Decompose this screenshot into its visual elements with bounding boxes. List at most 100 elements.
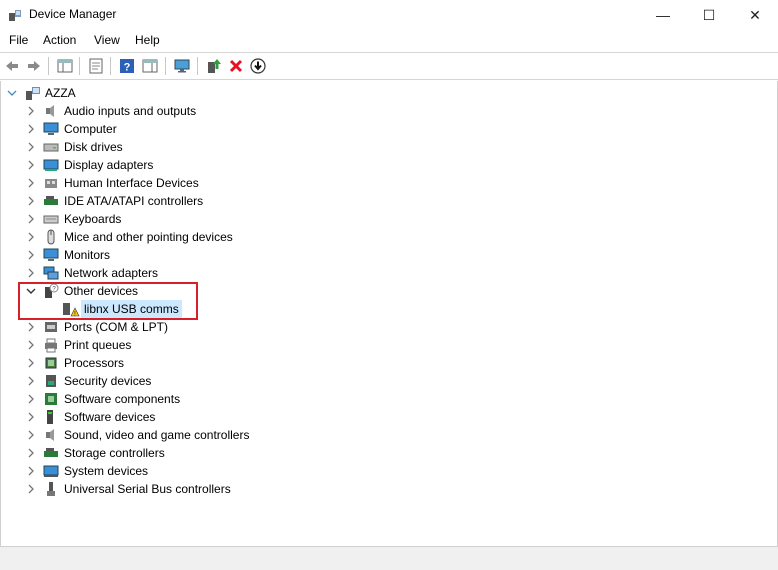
sound-icon <box>46 429 54 441</box>
ide-controller-icon <box>44 196 58 205</box>
tree-category-row[interactable]: Monitors <box>1 246 777 264</box>
disk-drive-icon <box>43 143 59 152</box>
tree-category-row[interactable]: Display adapters <box>1 156 777 174</box>
toolbar-separator <box>110 57 111 75</box>
tree-category-label: Mice and other pointing devices <box>64 230 233 244</box>
security-device-icon <box>46 375 56 387</box>
monitor-icon <box>43 248 59 261</box>
tree-category-label: IDE ATA/ATAPI controllers <box>64 194 204 208</box>
monitor-icon[interactable] <box>173 57 191 75</box>
collapsed-chevron-icon[interactable] <box>25 462 37 480</box>
speaker-icon <box>46 105 54 117</box>
help-icon[interactable]: ? <box>118 57 136 75</box>
tree-category-row[interactable]: Network adapters <box>1 264 777 282</box>
tree-category-row[interactable]: Human Interface Devices <box>1 174 777 192</box>
tree-category-label: Software components <box>64 392 181 406</box>
tree-category-label: Security devices <box>64 374 152 388</box>
tree-category-row[interactable]: Keyboards <box>1 210 777 228</box>
collapsed-chevron-icon[interactable] <box>25 354 37 372</box>
menu-view[interactable]: View <box>94 33 120 47</box>
collapsed-chevron-icon[interactable] <box>25 480 37 498</box>
collapsed-chevron-icon[interactable] <box>25 336 37 354</box>
tree-category-row[interactable]: Processors <box>1 354 777 372</box>
svg-text:?: ? <box>124 62 131 74</box>
tree-category-row[interactable]: IDE ATA/ATAPI controllers <box>1 192 777 210</box>
close-button[interactable]: ✕ <box>732 0 778 30</box>
tree-root[interactable]: AZZA <box>1 84 777 102</box>
menu-file[interactable]: File <box>9 33 28 47</box>
collapsed-chevron-icon[interactable] <box>25 228 37 246</box>
collapsed-chevron-icon[interactable] <box>25 120 37 138</box>
collapsed-chevron-icon[interactable] <box>25 138 37 156</box>
collapsed-chevron-icon[interactable] <box>25 102 37 120</box>
collapsed-chevron-icon[interactable] <box>25 390 37 408</box>
properties-icon[interactable] <box>87 57 105 75</box>
tree-category-row[interactable]: Print queues <box>1 336 777 354</box>
tree-category-row[interactable]: Audio inputs and outputs <box>1 102 777 120</box>
tree-category-row[interactable]: Mice and other pointing devices <box>1 228 777 246</box>
tree-category-label: Keyboards <box>64 212 122 226</box>
toolbar-separator <box>48 57 49 75</box>
collapsed-chevron-icon[interactable] <box>25 426 37 444</box>
tree-category-label: Network adapters <box>64 266 159 280</box>
tree-category-row[interactable]: Ports (COM & LPT) <box>1 318 777 336</box>
annotation-highlight-box <box>18 282 198 320</box>
collapsed-chevron-icon[interactable] <box>25 372 37 390</box>
hid-icon <box>45 179 57 188</box>
tree-category-row[interactable]: Software components <box>1 390 777 408</box>
tree-category-row[interactable]: Sound, video and game controllers <box>1 426 777 444</box>
scan-download-icon[interactable] <box>249 57 267 75</box>
tree-category-label: Processors <box>64 356 125 370</box>
software-component-icon <box>45 393 57 405</box>
minimize-button[interactable]: — <box>640 0 686 30</box>
tree-category-label: Storage controllers <box>64 446 165 460</box>
tree-category-row[interactable]: Disk drives <box>1 138 777 156</box>
menu-help[interactable]: Help <box>135 33 160 47</box>
collapsed-chevron-icon[interactable] <box>25 246 37 264</box>
tree-category-row[interactable]: Security devices <box>1 372 777 390</box>
collapsed-chevron-icon[interactable] <box>25 408 37 426</box>
maximize-button[interactable]: ☐ <box>686 0 732 30</box>
tree-category-label: Software devices <box>64 410 156 424</box>
back-icon[interactable] <box>3 57 21 75</box>
show-hide-console-tree-icon[interactable] <box>56 57 74 75</box>
processor-icon <box>45 357 57 369</box>
tree-category-label: Ports (COM & LPT) <box>64 320 169 334</box>
tree-category-label: Sound, video and game controllers <box>64 428 250 442</box>
tree-category-label: Print queues <box>64 338 132 352</box>
printer-icon <box>45 338 57 353</box>
usb-icon <box>47 482 55 496</box>
mouse-icon <box>47 229 55 245</box>
tree-category-row[interactable]: Storage controllers <box>1 444 777 462</box>
action-pane-icon[interactable] <box>141 57 159 75</box>
expanded-chevron-icon[interactable] <box>6 84 18 102</box>
uninstall-icon[interactable] <box>227 57 245 75</box>
collapsed-chevron-icon[interactable] <box>25 192 37 210</box>
tree-category-label: Monitors <box>64 248 111 262</box>
storage-controller-icon <box>44 448 58 457</box>
root-label: AZZA <box>45 86 76 100</box>
title-bar: Device Manager — ☐ ✕ <box>0 0 778 30</box>
menu-action[interactable]: Action <box>43 33 76 47</box>
collapsed-chevron-icon[interactable] <box>25 318 37 336</box>
collapsed-chevron-icon[interactable] <box>25 156 37 174</box>
collapsed-chevron-icon[interactable] <box>25 264 37 282</box>
forward-icon[interactable] <box>25 57 43 75</box>
tree-category-row[interactable]: Universal Serial Bus controllers <box>1 480 777 498</box>
computer-host-icon <box>26 87 40 100</box>
update-driver-icon[interactable] <box>205 57 223 75</box>
keyboard-icon <box>43 215 59 224</box>
network-adapter-icon <box>43 266 59 280</box>
device-manager-icon <box>9 10 21 21</box>
collapsed-chevron-icon[interactable] <box>25 210 37 228</box>
tree-category-label: Disk drives <box>64 140 123 154</box>
collapsed-chevron-icon[interactable] <box>25 444 37 462</box>
tree-category-row[interactable]: System devices <box>1 462 777 480</box>
tree-category-label: System devices <box>64 464 149 478</box>
system-device-icon <box>43 465 59 477</box>
toolbar-separator <box>165 57 166 75</box>
collapsed-chevron-icon[interactable] <box>25 174 37 192</box>
tree-category-row[interactable]: Software devices <box>1 408 777 426</box>
tree-category-row[interactable]: Computer <box>1 120 777 138</box>
computer-icon <box>43 122 59 135</box>
